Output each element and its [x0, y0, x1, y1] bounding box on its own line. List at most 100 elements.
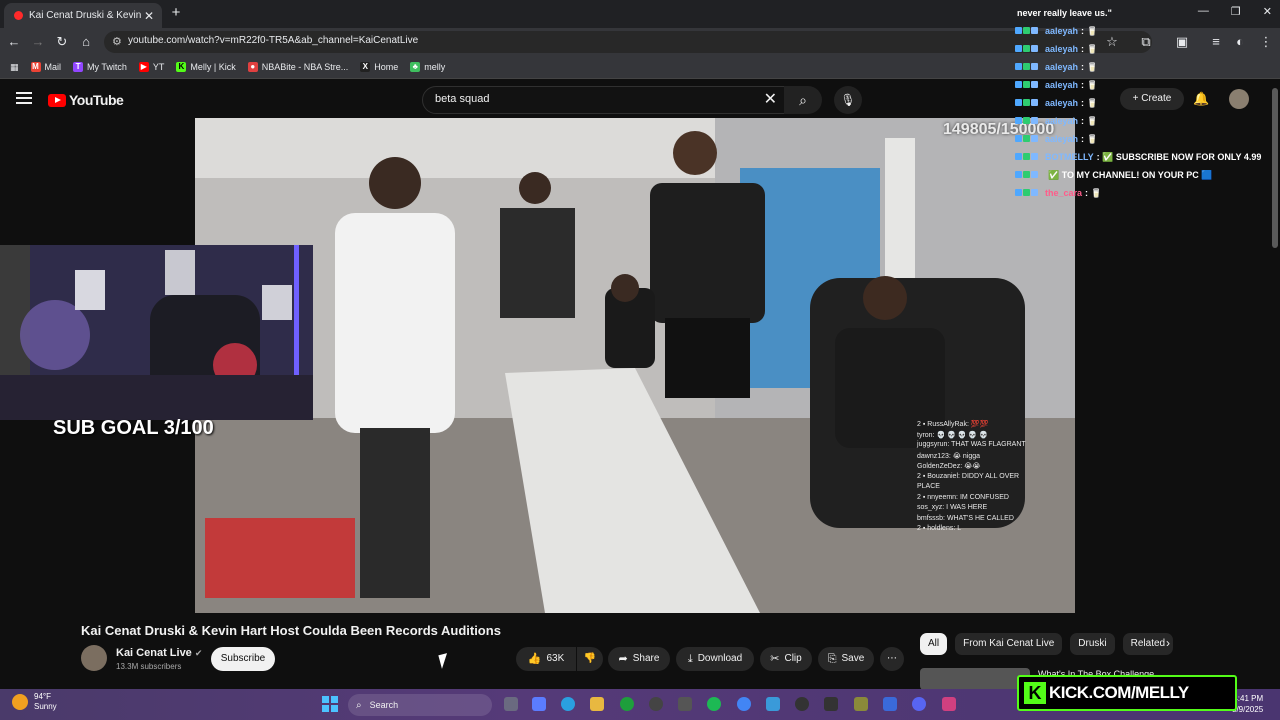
windows-start-icon[interactable]: [322, 696, 338, 712]
discord-icon[interactable]: [912, 697, 926, 711]
new-tab-button[interactable]: +: [168, 5, 184, 21]
chat-username[interactable]: aaleyah: [1045, 26, 1078, 36]
save-button[interactable]: ⎘ Save: [818, 647, 874, 671]
x-logo-icon: X: [360, 62, 371, 72]
mini-chat-line: GoldenZeDez: 😭😭: [917, 463, 981, 470]
chat-overlay: never really leave us." aaleyah: 🥛 aaleya…: [1015, 0, 1280, 200]
chat-message: ✅ TO MY CHANNEL! ON YOUR PC 🟦: [1015, 170, 1212, 181]
bookmark-melly[interactable]: ♣ melly: [410, 62, 445, 72]
chat-text: : 🥛: [1081, 26, 1098, 36]
xbox-icon[interactable]: [620, 697, 634, 711]
chat-badge-icons: [1015, 116, 1045, 126]
reload-icon[interactable]: ↻: [54, 34, 70, 50]
chat-username[interactable]: aaleyah: [1045, 116, 1078, 126]
copilot-icon[interactable]: [532, 697, 546, 711]
chrome-icon[interactable]: [737, 697, 751, 711]
more-actions-button[interactable]: ⋯: [880, 647, 904, 671]
photos-icon[interactable]: [766, 697, 780, 711]
home-icon[interactable]: ⌂: [78, 34, 94, 50]
chat-text: : 🥛: [1081, 62, 1098, 72]
chat-text: : ✅ SUBSCRIBE NOW FOR ONLY 4.99: [1096, 152, 1262, 162]
file-explorer-icon[interactable]: [590, 697, 604, 711]
share-arrow-icon: ➦: [618, 653, 628, 665]
spotify-icon[interactable]: [707, 697, 721, 711]
kick-logo-icon: K: [1024, 682, 1046, 704]
subscribe-button[interactable]: Subscribe: [211, 647, 275, 671]
app-pink-icon[interactable]: [942, 697, 956, 711]
edge-icon[interactable]: [561, 697, 575, 711]
download-button[interactable]: ⤓ Download: [676, 647, 754, 671]
mini-chat-line: 2 ▪ nnyeemn: IM CONFUSED: [917, 493, 1009, 501]
search-button[interactable]: ⌕: [784, 86, 822, 114]
mini-chat-line: 2 ▪ RussAllyRak: 💯💯: [917, 421, 989, 428]
sub-goal-overlay: SUB GOAL 3/100: [53, 417, 214, 439]
back-arrow-icon[interactable]: ←: [6, 34, 22, 50]
chat-username[interactable]: BOTMELLY: [1045, 152, 1094, 162]
chat-username[interactable]: aaleyah: [1045, 98, 1078, 108]
suggested-video-thumbnail[interactable]: [920, 668, 1030, 690]
app-icon[interactable]: [854, 697, 868, 711]
chip-druski[interactable]: Druski: [1070, 633, 1115, 655]
search-input[interactable]: beta squad ✕: [422, 86, 786, 114]
chat-message: aaleyah: 🥛: [1015, 44, 1098, 55]
chips-next-chevron-icon[interactable]: ›: [1166, 636, 1170, 650]
bookmark-twitch[interactable]: T My Twitch: [73, 62, 127, 72]
youtube-favicon-icon: [14, 11, 23, 20]
chat-message: aaleyah: 🥛: [1015, 116, 1098, 127]
youtube-logo[interactable]: YouTube: [48, 92, 124, 108]
download-icon: ⤓: [687, 653, 693, 665]
chat-text: : 🥛: [1081, 116, 1098, 126]
taskbar-search[interactable]: ⌕ Search: [348, 694, 492, 716]
channel-avatar[interactable]: [81, 645, 107, 671]
url-text: youtube.com/watch?v=mR22f0-TR5A&ab_chann…: [128, 35, 419, 46]
chat-text: : 🥛: [1081, 44, 1098, 54]
chat-message: aaleyah: 🥛: [1015, 62, 1098, 73]
share-button[interactable]: ➦ Share: [608, 647, 670, 671]
basketball-icon: ●: [247, 62, 258, 72]
bookmark-yt[interactable]: ▶ YT: [138, 62, 164, 72]
settings-gear-icon[interactable]: [649, 697, 663, 711]
browser-tab[interactable]: Kai Cenat Druski & Kevin H ✕: [4, 3, 162, 28]
dislike-button[interactable]: 👎: [577, 647, 603, 671]
chat-text: ✅ TO MY CHANNEL! ON YOUR PC 🟦: [1048, 170, 1213, 180]
clear-search-icon[interactable]: ✕: [764, 89, 777, 109]
media-player-icon[interactable]: [795, 697, 809, 711]
clip-button[interactable]: ✂ Clip: [760, 647, 812, 671]
chat-username[interactable]: aaleyah: [1045, 80, 1078, 90]
apps-grid-icon[interactable]: ▦: [10, 62, 19, 73]
chat-username[interactable]: aaleyah: [1045, 134, 1078, 144]
obs-icon[interactable]: [824, 697, 838, 711]
chat-username[interactable]: the_cara: [1045, 188, 1082, 198]
sun-icon: [12, 694, 28, 710]
thumbs-up-icon: 👍: [527, 653, 542, 665]
chip-all[interactable]: All: [920, 633, 948, 655]
app-blue-icon[interactable]: [883, 697, 897, 711]
channel-name[interactable]: Kai Cenat Live ✔: [116, 647, 202, 659]
mini-chat-line: tyron: 💀 💀 💀 💀 💀: [917, 431, 988, 439]
chat-message: aaleyah: 🥛: [1015, 98, 1098, 109]
site-info-icon[interactable]: ⚙: [112, 35, 122, 48]
bookmark-mail[interactable]: M Mail: [30, 62, 61, 72]
scissors-icon: ✂: [770, 653, 780, 665]
chip-from-channel[interactable]: From Kai Cenat Live: [955, 633, 1063, 655]
bookmark-home[interactable]: X Home: [360, 62, 398, 72]
voice-search-button[interactable]: 🎙: [834, 86, 862, 114]
chat-username[interactable]: aaleyah: [1045, 62, 1078, 72]
related-chips: All From Kai Cenat Live Druski Related: [920, 633, 1174, 655]
bookmark-kick[interactable]: K Melly | Kick: [176, 62, 236, 72]
hamburger-menu-icon[interactable]: [16, 92, 32, 104]
store-icon[interactable]: [678, 697, 692, 711]
leaf-icon: ♣: [410, 62, 421, 72]
forward-arrow-icon[interactable]: →: [30, 34, 46, 50]
chat-message: BOTMELLY: ✅ SUBSCRIBE NOW FOR ONLY 4.99: [1015, 152, 1261, 163]
chat-username[interactable]: aaleyah: [1045, 44, 1078, 54]
like-button[interactable]: 👍 63K: [516, 647, 576, 671]
weather-widget[interactable]: 94°F Sunny: [12, 692, 57, 712]
verified-icon: ✔: [194, 648, 203, 658]
close-tab-icon[interactable]: ✕: [142, 9, 156, 23]
task-view-icon[interactable]: [504, 697, 518, 711]
address-bar[interactable]: ⚙ youtube.com/watch?v=mR22f0-TR5A&ab_cha…: [104, 31, 1152, 53]
chat-badge-icons: [1015, 26, 1045, 36]
mail-icon: M: [30, 62, 41, 72]
bookmark-nbabite[interactable]: ● NBABite - NBA Stre...: [247, 62, 348, 72]
